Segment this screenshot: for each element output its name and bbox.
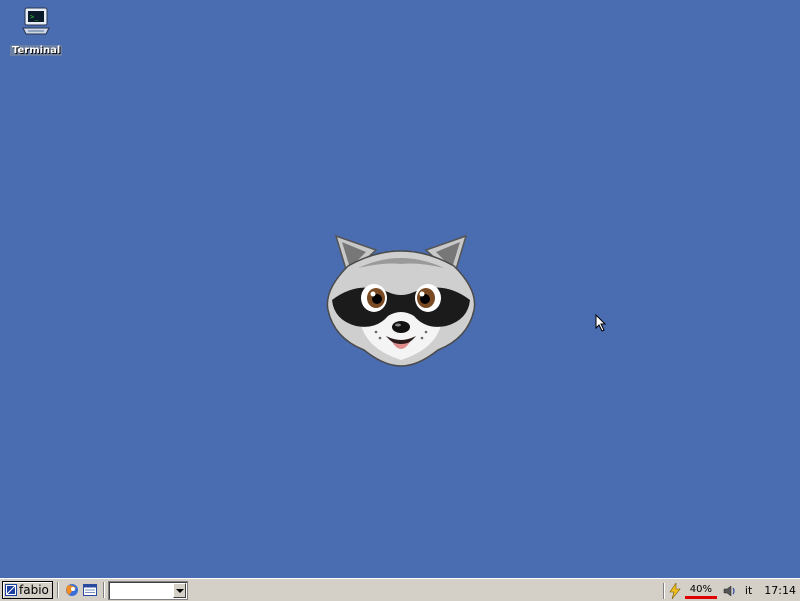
speaker-icon[interactable] [723, 584, 737, 598]
browser-icon[interactable] [63, 582, 79, 598]
show-desktop-icon[interactable] [82, 582, 98, 598]
taskbar: fabio 40% it 17:14 [0, 578, 800, 601]
lightning-icon[interactable] [669, 582, 681, 599]
chevron-down-icon[interactable] [173, 583, 186, 598]
window-list-dropdown[interactable] [108, 581, 188, 600]
svg-text:>_: >_ [30, 13, 39, 21]
start-button-label: fabio [19, 583, 49, 597]
taskbar-separator [103, 582, 105, 598]
battery-label: 40% [689, 583, 713, 595]
language-indicator[interactable]: it [745, 584, 752, 597]
system-tray: 40% it 17:14 [662, 581, 800, 600]
battery-level-bar [684, 595, 717, 599]
mouse-pointer-icon [595, 314, 607, 332]
start-logo-icon [5, 584, 17, 596]
battery-indicator[interactable]: 40% [684, 583, 717, 599]
start-button[interactable]: fabio [2, 581, 53, 599]
raccoon-mascot [326, 234, 476, 367]
desktop[interactable]: >_ Terminal [0, 0, 800, 578]
desktop-icon-terminal[interactable]: >_ Terminal [10, 6, 63, 57]
terminal-icon: >_ [22, 7, 50, 35]
desktop-icon-label: Terminal [10, 45, 63, 56]
taskbar-separator [57, 582, 59, 598]
clock[interactable]: 17:14 [764, 584, 796, 597]
tray-separator [662, 582, 665, 599]
